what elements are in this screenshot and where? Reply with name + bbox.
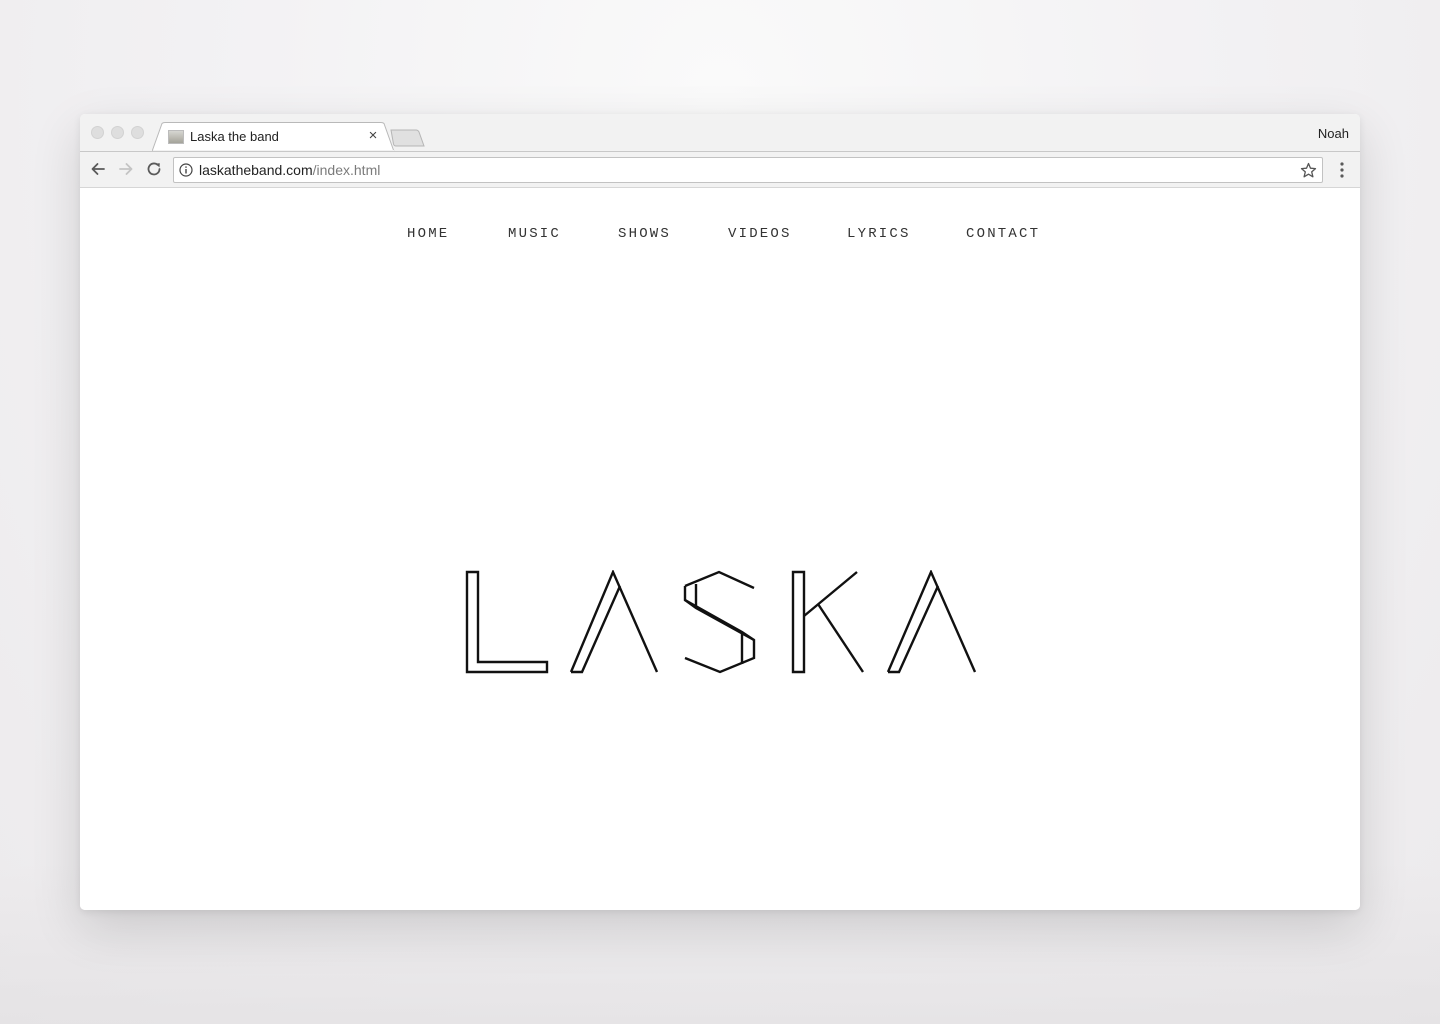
laska-logo [465, 570, 977, 674]
tab-title: Laska the band [190, 129, 279, 144]
logo-letter-a2 [886, 570, 977, 673]
nav-music[interactable]: MUSIC [508, 226, 561, 242]
reload-icon[interactable] [144, 159, 164, 179]
maximize-window-button[interactable] [131, 126, 144, 139]
profile-name[interactable]: Noah [1318, 126, 1349, 141]
nav-home[interactable]: HOME [407, 226, 449, 242]
url-host: laskatheband.com [199, 162, 313, 178]
toolbar: laskatheband.com/index.html [80, 151, 1360, 188]
info-icon[interactable] [179, 163, 193, 177]
back-arrow-icon[interactable] [88, 159, 108, 179]
site-nav: HOME MUSIC SHOWS VIDEOS LYRICS CONTACT [80, 188, 1360, 288]
browser-window: Laska the band × Noah laskatheband.com/i… [80, 114, 1360, 910]
nav-shows[interactable]: SHOWS [618, 226, 671, 242]
minimize-window-button[interactable] [111, 126, 124, 139]
nav-contact[interactable]: CONTACT [966, 226, 1040, 242]
forward-arrow-icon[interactable] [116, 159, 136, 179]
address-bar[interactable]: laskatheband.com/index.html [173, 157, 1323, 183]
tab-close-icon[interactable]: × [365, 128, 381, 144]
star-icon[interactable] [1300, 162, 1317, 179]
page-content: HOME MUSIC SHOWS VIDEOS LYRICS CONTACT [80, 188, 1360, 910]
url-text[interactable]: laskatheband.com/index.html [199, 162, 380, 178]
logo-letter-a1 [569, 570, 659, 673]
logo-letter-l [465, 570, 549, 674]
favicon-icon [168, 130, 184, 144]
nav-videos[interactable]: VIDEOS [728, 226, 792, 242]
close-window-button[interactable] [91, 126, 104, 139]
url-path: /index.html [312, 162, 381, 178]
logo-letter-k [791, 570, 806, 674]
nav-lyrics[interactable]: LYRICS [847, 226, 911, 242]
new-tab-button[interactable] [390, 129, 426, 147]
tab-strip: Laska the band × Noah [80, 114, 1360, 152]
menu-dots-icon[interactable] [1333, 160, 1351, 180]
